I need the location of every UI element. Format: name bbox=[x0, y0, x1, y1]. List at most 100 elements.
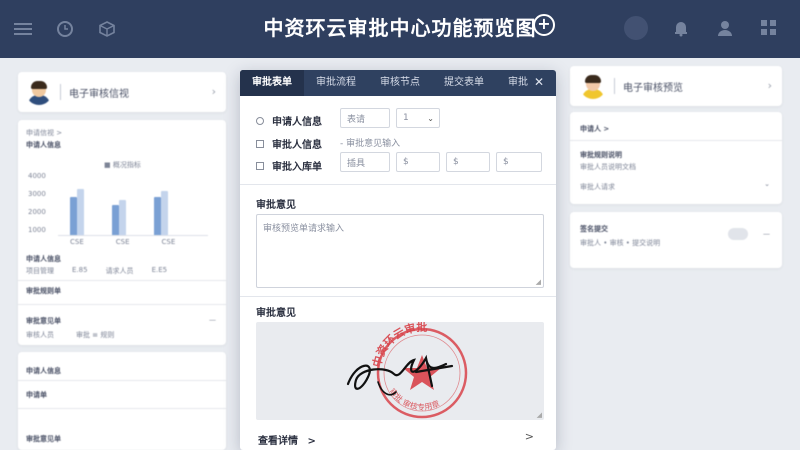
mini-bar-chart bbox=[58, 178, 208, 236]
bottom-row: 申请单 bbox=[26, 391, 47, 399]
user-icon[interactable] bbox=[714, 17, 736, 39]
radio-icon[interactable] bbox=[256, 116, 264, 125]
more-icon[interactable]: — bbox=[763, 230, 770, 238]
row-value: 审核人员 bbox=[26, 331, 54, 339]
bottom-row: 申请人信息 bbox=[26, 367, 61, 375]
opinion-textarea[interactable]: 审核预览单请求输入 ◢ bbox=[256, 214, 544, 288]
row-values: 项目管理 E.85 请求人员 E.E5 bbox=[26, 266, 167, 276]
y-tick: 2000 bbox=[28, 208, 46, 216]
field-value: $ bbox=[503, 157, 509, 167]
row-value: 请求人员 bbox=[105, 267, 134, 275]
item-title: 签名提交 bbox=[580, 225, 608, 233]
checkbox-icon[interactable] bbox=[256, 139, 264, 148]
x-tick: CSE bbox=[161, 238, 176, 246]
page-title: 中资环云审批中心功能预览图 bbox=[263, 16, 537, 40]
chevron-right-icon[interactable]: › bbox=[768, 79, 772, 92]
signature-label: 审批意见 bbox=[256, 308, 296, 319]
row-values: 审核人员 审批 ≡ 规则 bbox=[26, 330, 114, 340]
avatar bbox=[580, 73, 606, 99]
form-row-approver: 审批人信息 bbox=[256, 136, 322, 151]
seal-top-text: 中资环云审批 bbox=[369, 322, 427, 368]
breadcrumb[interactable]: 申请信视 > bbox=[26, 128, 62, 138]
applicant-field[interactable]: 表请 bbox=[340, 108, 390, 128]
tab-nodes[interactable]: 审核节点 bbox=[368, 70, 432, 96]
row-value: 审批 ≡ 规则 bbox=[76, 331, 115, 339]
item-title: 审批人请求 bbox=[580, 183, 615, 191]
y-tick: 1000 bbox=[28, 226, 46, 234]
x-axis: CSE CSE CSE bbox=[70, 238, 175, 246]
add-button[interactable]: + bbox=[533, 14, 555, 36]
tab-bar: 审批表单 审批流程 审核节点 提交表单 审批 ✕ bbox=[240, 70, 556, 96]
row-value: E.85 bbox=[72, 266, 88, 274]
row-title: 审批规则单 bbox=[26, 287, 61, 295]
plus-circle-icon: + bbox=[537, 14, 551, 33]
divider bbox=[18, 280, 226, 281]
amount-field-3[interactable]: $ bbox=[496, 152, 542, 172]
toggle-switch[interactable] bbox=[728, 228, 748, 240]
row-label: 申请人信息 bbox=[272, 117, 322, 128]
section-title: 申请人信息 bbox=[26, 141, 61, 149]
right-user-title: 电子审核预览 bbox=[623, 82, 683, 94]
left-user-card[interactable]: 电子审核信视 › bbox=[18, 72, 226, 112]
chevron-right-icon[interactable]: > bbox=[525, 430, 534, 443]
form-row-applicant: 申请人信息 bbox=[256, 113, 322, 128]
checkbox-icon[interactable] bbox=[256, 161, 264, 170]
chart-bar bbox=[161, 191, 168, 235]
chevron-down-icon: ⌄ bbox=[427, 113, 434, 123]
row-title: 审批意见单 bbox=[26, 317, 61, 325]
item-title: 审批规则说明 bbox=[580, 151, 622, 159]
left-bottom-card: 申请人信息 申请单 审批意见单 bbox=[18, 352, 226, 450]
y-axis: 4000 3000 2000 1000 bbox=[28, 172, 48, 244]
inbound-field[interactable]: 插具 bbox=[340, 152, 390, 172]
y-tick: 3000 bbox=[28, 190, 46, 198]
field-value: 表请 bbox=[347, 114, 366, 125]
opinion-placeholder: 审核预览单请求输入 bbox=[263, 224, 345, 234]
chart-bar bbox=[154, 197, 161, 235]
row-label: 审批人信息 bbox=[272, 140, 322, 151]
divider bbox=[240, 184, 556, 185]
row-label: 审批入库单 bbox=[272, 162, 322, 173]
bottom-row: 审批意见单 bbox=[26, 435, 61, 443]
grid-icon[interactable] bbox=[758, 17, 780, 39]
more-icon[interactable]: — bbox=[209, 316, 216, 324]
chevron-down-icon[interactable]: ⌄ bbox=[764, 180, 770, 188]
opinion-label: 审批意见 bbox=[256, 200, 296, 211]
avatar-icon[interactable] bbox=[624, 16, 648, 40]
resize-grip-icon[interactable]: ◢ bbox=[537, 411, 542, 419]
tab-submit[interactable]: 提交表单 bbox=[432, 70, 496, 96]
right-user-card[interactable]: 电子审核预览 › bbox=[570, 66, 782, 106]
link-text: 查看详情 bbox=[258, 436, 298, 447]
approver-hint: - 审批意见输入 bbox=[340, 139, 401, 149]
close-icon[interactable]: ✕ bbox=[534, 75, 544, 89]
field-value: 1 bbox=[403, 113, 409, 123]
section-title[interactable]: 申请人 > bbox=[580, 124, 609, 134]
row-value: E.E5 bbox=[151, 266, 168, 274]
divider bbox=[18, 408, 226, 409]
chevron-right-icon[interactable]: › bbox=[212, 85, 216, 98]
chart-bar bbox=[77, 189, 84, 235]
field-value: 插具 bbox=[347, 158, 366, 169]
field-value: $ bbox=[403, 157, 409, 167]
avatar bbox=[26, 79, 52, 105]
tab-form[interactable]: 审批表单 bbox=[240, 70, 304, 96]
chart-legend: ■ 概况指标 bbox=[104, 161, 141, 169]
chart-bar bbox=[70, 197, 77, 235]
svg-text:中资环云审批: 中资环云审批 bbox=[369, 322, 427, 368]
amount-field-1[interactable]: $ bbox=[396, 152, 440, 172]
divider bbox=[18, 304, 226, 305]
tab-flow[interactable]: 审批流程 bbox=[304, 70, 368, 96]
y-tick: 4000 bbox=[28, 172, 46, 180]
signature-area[interactable]: 中资环云审批 审批 审核专用章 ◢ bbox=[256, 322, 544, 420]
bell-icon[interactable] bbox=[670, 17, 692, 39]
applicant-select[interactable]: 1 ⌄ bbox=[396, 108, 440, 128]
amount-field-2[interactable]: $ bbox=[446, 152, 490, 172]
left-info-card: 申请信视 > 申请人信息 ■ 概况指标 4000 3000 2000 1000 … bbox=[18, 120, 226, 345]
seal-graphic: 中资环云审批 审批 审核专用章 bbox=[346, 322, 468, 419]
view-details-link[interactable]: 查看详情 > bbox=[258, 432, 316, 447]
chart-bar bbox=[119, 200, 126, 235]
divider bbox=[240, 296, 556, 297]
right-toolbar bbox=[624, 16, 780, 40]
right-sign-card: 签名提交 审批人 • 审核 • 提交说明 — bbox=[570, 212, 782, 268]
resize-grip-icon[interactable]: ◢ bbox=[536, 278, 541, 286]
left-user-title: 电子审核信视 bbox=[69, 88, 129, 100]
